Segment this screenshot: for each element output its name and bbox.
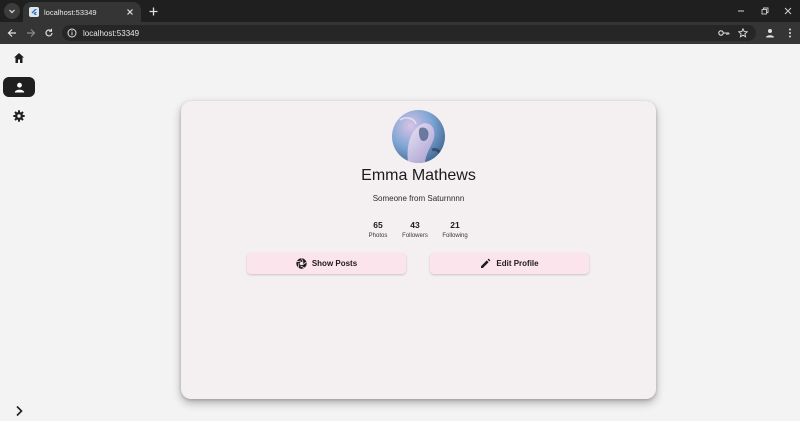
site-info-icon[interactable] — [67, 28, 77, 38]
show-posts-button[interactable]: Show Posts — [247, 253, 406, 274]
stat-value: 65 — [373, 220, 383, 230]
forward-button[interactable] — [24, 26, 38, 40]
stat-value: 43 — [410, 220, 420, 230]
edit-profile-label: Edit Profile — [496, 259, 539, 268]
nav-home[interactable] — [3, 48, 35, 68]
person-icon — [14, 82, 24, 92]
more-vert-icon — [789, 28, 791, 38]
stat-label: Followers — [402, 233, 428, 239]
nav-profile[interactable] — [3, 77, 35, 97]
navigation-rail — [0, 44, 38, 421]
stat-value: 21 — [450, 220, 460, 230]
bookmark-star-icon[interactable] — [737, 27, 749, 39]
stat-followers: 43 Followers — [395, 220, 435, 239]
arrow-left-icon — [7, 29, 16, 37]
browser-tab-strip: localhost:53349 — [0, 0, 800, 22]
arrow-right-icon — [27, 29, 36, 37]
chevron-right-icon — [16, 405, 23, 417]
edit-profile-button[interactable]: Edit Profile — [430, 253, 589, 274]
reload-button[interactable] — [42, 26, 56, 40]
account-icon — [766, 29, 774, 38]
tab-close-icon[interactable] — [124, 6, 136, 18]
gear-icon — [13, 110, 25, 122]
nav-settings[interactable] — [3, 106, 35, 126]
tab-title: localhost:53349 — [44, 7, 97, 17]
avatar — [392, 110, 445, 163]
restore-button[interactable] — [755, 3, 775, 19]
reload-icon — [45, 28, 53, 37]
profile-card: Emma Mathews Someone from Saturnnnn 65 P… — [181, 101, 656, 399]
restore-icon — [761, 7, 769, 15]
password-key-icon[interactable] — [718, 27, 730, 39]
plus-icon — [149, 7, 157, 15]
back-button[interactable] — [5, 26, 19, 40]
address-bar[interactable]: localhost:53349 — [62, 25, 756, 41]
url-text: localhost:53349 — [83, 28, 140, 38]
new-tab-button[interactable] — [146, 4, 160, 18]
pencil-icon — [481, 258, 491, 268]
profile-name: Emma Mathews — [361, 167, 476, 184]
chevron-down-icon — [9, 9, 15, 14]
profile-button[interactable] — [763, 26, 777, 40]
browser-menu-button[interactable] — [783, 26, 797, 40]
stat-following: 21 Following — [435, 220, 475, 239]
flutter-favicon-icon — [29, 7, 39, 17]
camera-aperture-icon — [296, 258, 307, 269]
browser-tab[interactable]: localhost:53349 — [23, 2, 141, 22]
browser-toolbar: localhost:53349 — [0, 22, 800, 44]
close-icon — [784, 7, 792, 15]
stat-label: Following — [442, 233, 468, 239]
minimize-button[interactable] — [731, 3, 751, 19]
stat-photos: 65 Photos — [358, 220, 398, 239]
close-window-button[interactable] — [778, 3, 798, 19]
profile-bio: Someone from Saturnnnn — [372, 194, 465, 203]
tab-search-button[interactable] — [4, 3, 20, 19]
minimize-icon — [738, 10, 744, 12]
nav-expand[interactable] — [3, 401, 35, 421]
show-posts-label: Show Posts — [311, 259, 358, 268]
stat-label: Photos — [368, 233, 388, 239]
home-icon — [14, 53, 24, 63]
